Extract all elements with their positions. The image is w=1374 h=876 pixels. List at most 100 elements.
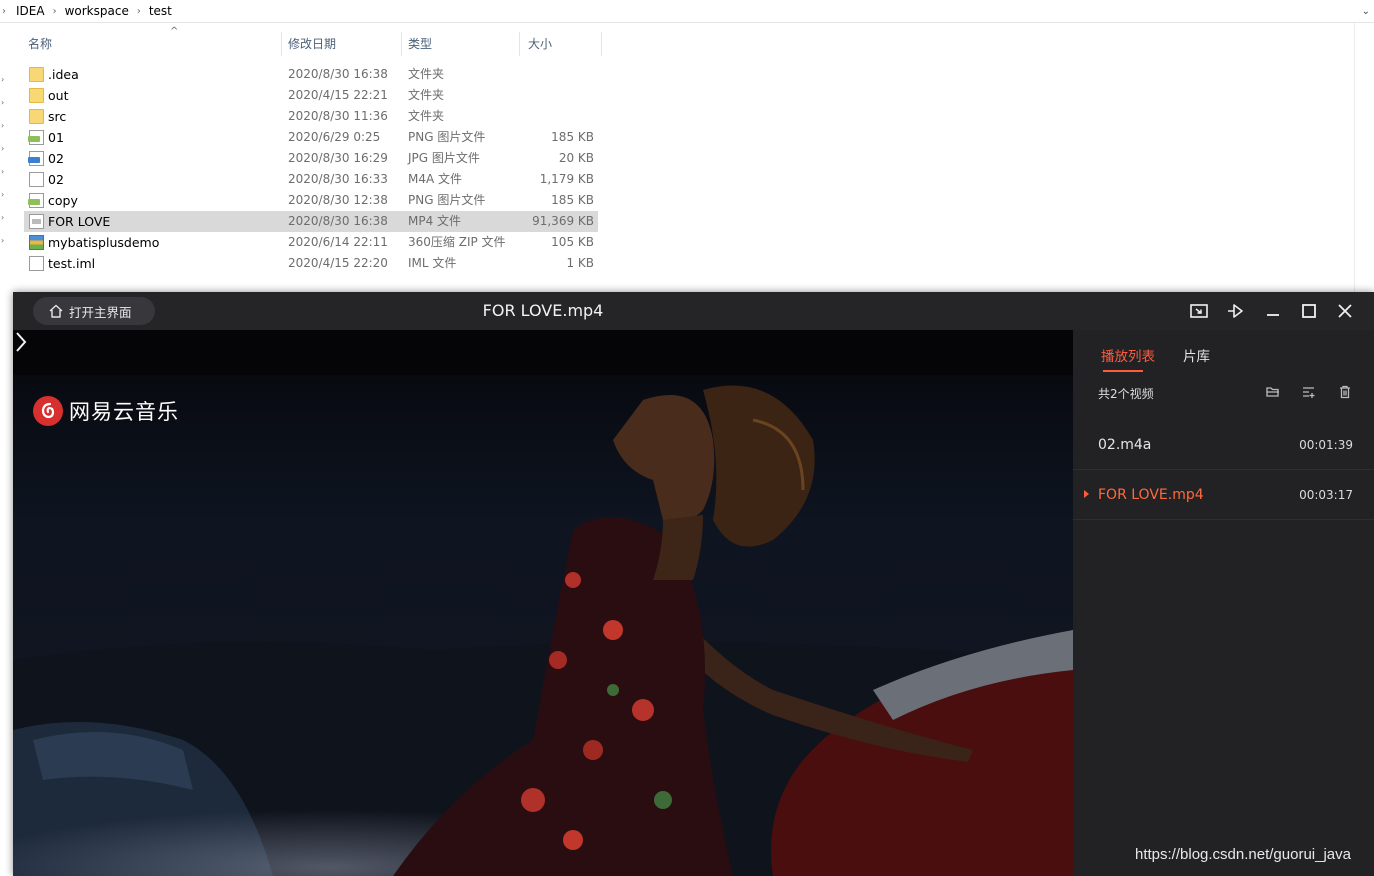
breadcrumb-test[interactable]: test [143,0,178,23]
column-header-date[interactable]: 修改日期 [284,32,402,56]
file-size: 91,369 KB [532,214,594,228]
expand-arrow-icon[interactable]: › [1,167,4,176]
tab-library[interactable]: 片库 [1183,347,1210,367]
file-type: M4A 文件 [408,172,463,186]
folder-icon [29,88,44,103]
trash-icon[interactable] [1337,384,1353,400]
open-main-ui-label: 打开主界面 [69,304,132,320]
netease-music-logo: 网易云音乐 [33,396,179,426]
pin-on-top-icon[interactable] [1225,301,1245,321]
file-name: out [48,88,69,103]
file-row-mybatisplusdemo[interactable]: mybatisplusdemo 2020/6/14 22:11 360压缩 ZI… [24,232,598,253]
expand-arrow-icon[interactable]: › [1,75,4,84]
png-file-icon [28,130,44,145]
active-tab-underline [1103,370,1143,372]
home-icon [49,304,63,318]
chevron-right-icon: › [136,5,141,17]
file-row-01[interactable]: 01 2020/6/29 0:25 PNG 图片文件 185 KB [24,127,598,148]
file-date: 2020/8/30 11:36 [288,109,388,123]
file-size: 185 KB [551,130,594,144]
file-name: .idea [48,67,79,82]
mini-mode-icon[interactable] [1189,301,1209,321]
jpg-file-icon [28,151,44,166]
playlist-item-name: 02.m4a [1098,437,1152,453]
chevron-right-icon[interactable] [13,330,29,354]
file-date: 2020/6/29 0:25 [288,130,381,144]
file-name: copy [48,193,78,208]
player-title-bar[interactable]: 打开主界面 FOR LOVE.mp4 [13,292,1374,330]
file-type: 文件夹 [408,88,445,102]
file-type: 文件夹 [408,67,445,81]
playlist-item-02-m4a[interactable]: 02.m4a 00:01:39 [1073,420,1374,470]
file-date: 2020/8/30 16:33 [288,172,388,186]
breadcrumb-idea[interactable]: IDEA [10,0,51,23]
file-date: 2020/4/15 22:21 [288,88,388,102]
video-frame[interactable]: 网易云音乐 [13,330,1073,876]
file-date: 2020/8/30 16:38 [288,214,388,228]
file-row-02-m4a[interactable]: 02 2020/8/30 16:33 M4A 文件 1,179 KB [24,169,598,190]
open-folder-icon[interactable] [1265,384,1281,400]
file-row-copy[interactable]: copy 2020/8/30 12:38 PNG 图片文件 185 KB [24,190,598,211]
file-date: 2020/8/30 16:38 [288,67,388,81]
address-bar[interactable]: › IDEA › workspace › test ⌄ [0,0,1374,23]
maximize-icon[interactable] [1299,301,1319,321]
minimize-icon[interactable] [1263,301,1283,321]
expand-arrow-icon[interactable]: › [1,213,4,222]
expand-arrow-icon[interactable]: › [1,121,4,130]
file-icon [29,172,44,187]
folder-icon [29,109,44,124]
file-row-02-jpg[interactable]: 02 2020/8/30 16:29 JPG 图片文件 20 KB [24,148,598,169]
column-header-type[interactable]: 类型 [404,32,520,56]
playlist-item-duration: 00:03:17 [1299,488,1353,502]
file-row-test-iml[interactable]: test.iml 2020/4/15 22:20 IML 文件 1 KB [24,253,598,274]
zip-file-icon [29,235,44,250]
file-size: 20 KB [558,151,594,165]
file-name: src [48,109,67,124]
file-date: 2020/4/15 22:20 [288,256,388,270]
navigation-pane-edge: › › › › › › › › [0,23,10,292]
png-file-icon [28,193,44,208]
playlist-item-name: FOR LOVE.mp4 [1098,487,1204,503]
file-size: 105 KB [551,235,594,249]
file-explorer-window: › IDEA › workspace › test ⌄ › › › › › › … [0,0,1374,292]
file-row-for-love[interactable]: FOR LOVE 2020/8/30 16:38 MP4 文件 91,369 K… [24,211,598,232]
video-count: 共2个视频 [1098,387,1154,401]
column-header-name[interactable]: 名称 [24,32,282,56]
file-row-out[interactable]: out 2020/4/15 22:21 文件夹 [24,85,598,106]
file-name: FOR LOVE [48,214,111,229]
file-date: 2020/8/30 12:38 [288,193,388,207]
tab-playlist[interactable]: 播放列表 [1101,347,1155,367]
expand-arrow-icon[interactable]: › [1,236,4,245]
file-type: JPG 图片文件 [408,151,480,165]
file-name: mybatisplusdemo [48,235,160,250]
netease-logo-icon [33,396,63,426]
expand-arrow-icon[interactable]: › [1,144,4,153]
file-date: 2020/6/14 22:11 [288,235,388,249]
watermark-url: https://blog.csdn.net/guorui_java [1135,846,1351,863]
file-type: 360压缩 ZIP 文件 [408,235,506,249]
close-icon[interactable] [1335,301,1355,321]
chevron-down-icon[interactable]: ⌄ [1362,0,1370,23]
file-row-idea[interactable]: .idea 2020/8/30 16:38 文件夹 [24,64,598,85]
file-row-src[interactable]: src 2020/8/30 11:36 文件夹 [24,106,598,127]
now-playing-icon [1084,490,1089,498]
video-player-window: 打开主界面 FOR LOVE.mp4 网易云音乐 播放列表 片库 共2个视频 0… [13,292,1374,876]
file-size: 1,179 KB [539,172,594,186]
add-to-list-icon[interactable] [1301,384,1317,400]
open-main-ui-button[interactable]: 打开主界面 [33,297,155,325]
window-title: FOR LOVE.mp4 [482,301,604,320]
file-name: 01 [48,130,64,145]
file-name: test.iml [48,256,96,271]
chevron-right-icon: › [2,5,6,17]
file-type: PNG 图片文件 [408,130,486,144]
column-header-size[interactable]: 大小 [524,32,602,56]
expand-arrow-icon[interactable]: › [1,190,4,199]
pane-divider [1354,23,1355,292]
expand-arrow-icon[interactable]: › [1,98,4,107]
playlist-item-for-love[interactable]: FOR LOVE.mp4 00:03:17 [1073,470,1374,520]
playlist-panel: 播放列表 片库 共2个视频 02.m4a 00:01:39 FOR LOVE.m… [1073,330,1374,876]
top-letterbox [13,330,1073,375]
file-date: 2020/8/30 16:29 [288,151,388,165]
breadcrumb-workspace[interactable]: workspace [59,0,135,23]
chevron-right-icon: › [52,5,57,17]
